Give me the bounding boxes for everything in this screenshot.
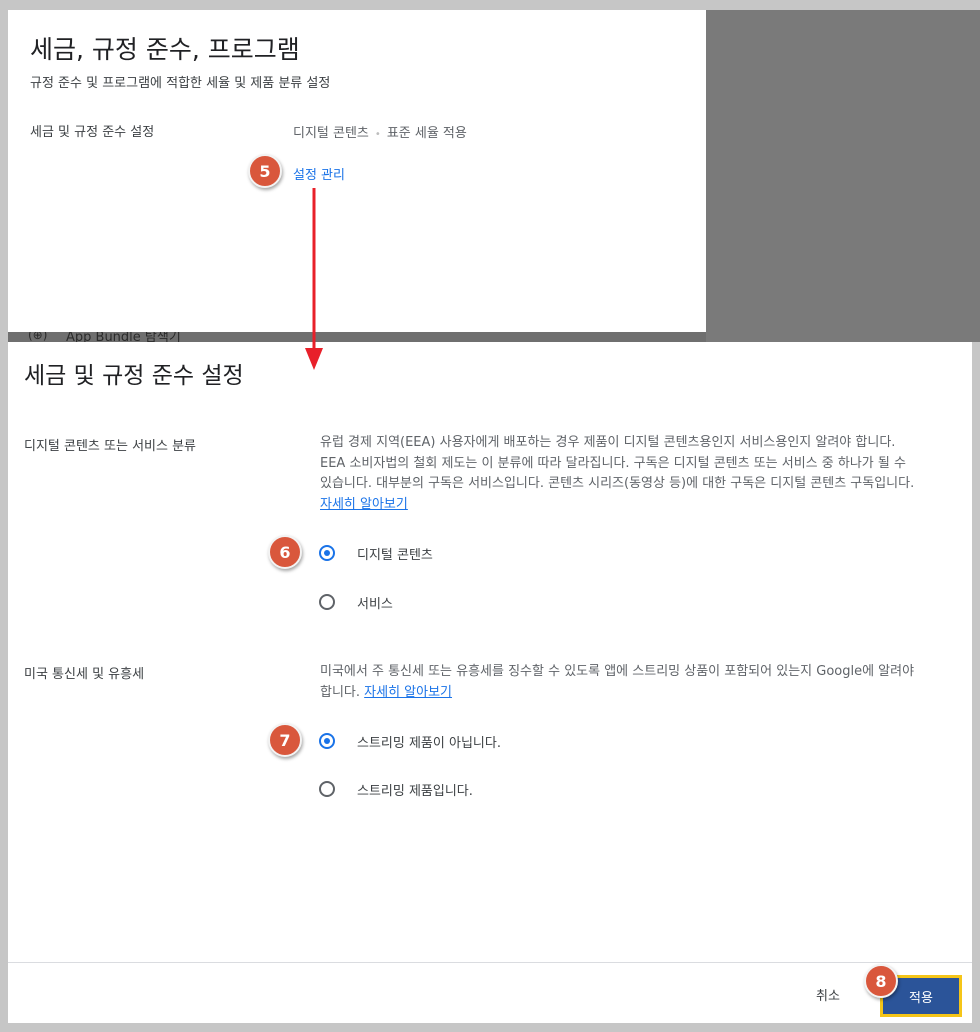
- radio-unchecked-icon[interactable]: [319, 594, 335, 610]
- summary-tax-rate: 표준 세율 적용: [386, 126, 467, 141]
- background-strip: (⊕) App Bundle 탐색기: [8, 332, 706, 342]
- digital-classification-label: 디지털 콘텐츠 또는 서비스 분류: [24, 439, 197, 454]
- radio-not-streaming[interactable]: 스트리밍 제품이 아닙니다.: [319, 729, 501, 753]
- step-badge-7: 7: [268, 723, 302, 757]
- tax-compliance-card: 세금, 규정 준수, 프로그램 규정 준수 및 프로그램에 적합한 세율 및 제…: [8, 10, 706, 332]
- radio-checked-icon[interactable]: [319, 545, 335, 561]
- tax-settings-dialog: 세금 및 규정 준수 설정 디지털 콘텐츠 또는 서비스 분류 유럽 경제 지역…: [8, 342, 972, 1023]
- separator-dot: •: [374, 129, 381, 140]
- digital-classification-description: 유럽 경제 지역(EEA) 사용자에게 배포하는 경우 제품이 디지털 콘텐츠용…: [320, 433, 920, 515]
- step-badge-5: 5: [248, 154, 282, 188]
- step-badge-6: 6: [268, 535, 302, 569]
- tax-settings-label: 세금 및 규정 준수 설정: [30, 125, 155, 140]
- summary-classification: 디지털 콘텐츠: [293, 126, 369, 141]
- digital-description-text: 유럽 경제 지역(EEA) 사용자에게 배포하는 경우 제품이 디지털 콘텐츠용…: [320, 435, 915, 491]
- radio-checked-icon[interactable]: [319, 733, 335, 749]
- tax-settings-summary: 디지털 콘텐츠 • 표준 세율 적용: [293, 122, 467, 141]
- manage-settings-link[interactable]: 설정 관리: [293, 164, 345, 183]
- radio-streaming[interactable]: 스트리밍 제품입니다.: [319, 777, 473, 801]
- dialog-title: 세금 및 규정 준수 설정: [24, 363, 244, 389]
- radio-label: 서비스: [357, 596, 393, 612]
- us-tax-label: 미국 통신세 및 유흥세: [24, 667, 145, 682]
- learn-more-link-us[interactable]: 자세히 알아보기: [364, 685, 452, 700]
- radio-label: 디지털 콘텐츠: [357, 547, 433, 563]
- radio-unchecked-icon[interactable]: [319, 781, 335, 797]
- apply-button-label: 적용: [909, 990, 933, 1006]
- learn-more-link-digital[interactable]: 자세히 알아보기: [320, 497, 408, 512]
- us-tax-description: 미국에서 주 통신세 또는 유흥세를 징수할 수 있도록 앱에 스트리밍 상품이…: [320, 662, 920, 703]
- dim-overlay: [706, 10, 980, 342]
- bundle-explorer-icon: (⊕): [28, 332, 48, 342]
- page-title: 세금, 규정 준수, 프로그램: [30, 35, 300, 64]
- page-subtitle: 규정 준수 및 프로그램에 적합한 세율 및 제품 분류 설정: [30, 76, 331, 91]
- bundle-explorer-label: App Bundle 탐색기: [66, 332, 181, 342]
- radio-digital-content[interactable]: 디지털 콘텐츠: [319, 541, 433, 565]
- dialog-footer: 취소 적용: [8, 962, 972, 1023]
- radio-label: 스트리밍 제품이 아닙니다.: [357, 735, 501, 751]
- step-badge-8: 8: [864, 964, 898, 998]
- radio-label: 스트리밍 제품입니다.: [357, 783, 473, 799]
- cancel-button[interactable]: 취소: [816, 985, 840, 1004]
- radio-service[interactable]: 서비스: [319, 590, 393, 614]
